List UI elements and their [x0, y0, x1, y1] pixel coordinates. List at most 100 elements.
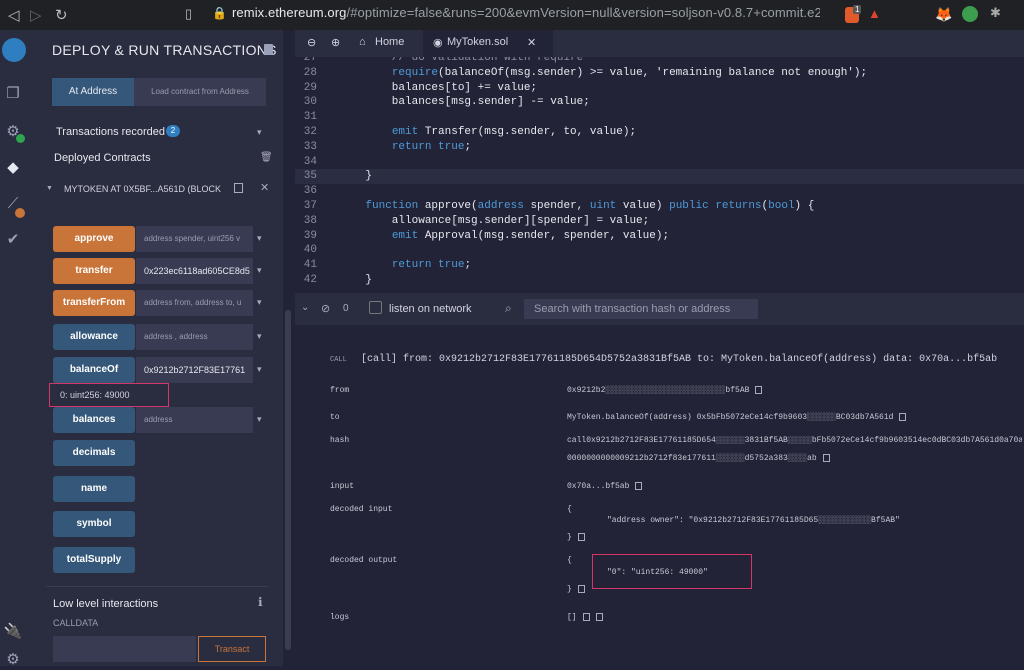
close-icon[interactable]: ✕ [260, 181, 269, 194]
code-line[interactable]: 37 function approve(address spender, uin… [295, 199, 1024, 214]
file-explorer-icon[interactable]: ❐ [3, 84, 23, 104]
listen-checkbox[interactable] [369, 301, 382, 314]
at-address-button[interactable]: At Address [52, 78, 134, 106]
divider [46, 586, 268, 587]
line-number: 40 [303, 244, 317, 257]
decoded-input-key: decoded input [330, 505, 393, 514]
decimals-button[interactable]: decimals [53, 440, 135, 466]
code-line[interactable]: 35 } [295, 169, 1024, 185]
panel-scrollbar[interactable] [285, 310, 291, 650]
deploy-run-icon[interactable]: ◆ [3, 158, 23, 178]
transfer-input[interactable]: 0x223ec6118ad605CE8d5 [136, 258, 253, 284]
extensions-icon[interactable]: ✱ [990, 5, 1001, 21]
code-line[interactable]: 33 return true; [295, 140, 1024, 155]
address-bar[interactable]: remix.ethereum.org/#optimize=false&runs=… [232, 5, 820, 25]
reload-icon[interactable]: ↻ [55, 6, 68, 24]
code-line[interactable]: 31 [295, 110, 1024, 125]
copy-icon[interactable] [234, 183, 243, 193]
code-line[interactable]: 38 allowance[msg.sender][spender] = valu… [295, 214, 1024, 229]
code-line[interactable]: 28 require(balanceOf(msg.sender) >= valu… [295, 66, 1024, 81]
transfer-from-input[interactable]: address from, address to, u [136, 290, 253, 316]
code-area[interactable]: 27 // do validation with require 28 requi… [295, 57, 1024, 293]
close-icon[interactable]: ✕ [527, 36, 536, 49]
chevron-down-icon[interactable]: ▾ [257, 265, 262, 276]
tab-home[interactable]: Home [375, 36, 404, 48]
search-input[interactable]: Search with transaction hash or address [524, 299, 758, 319]
transact-button[interactable]: Transact [198, 636, 266, 662]
trash-icon[interactable]: 🗑 [260, 152, 273, 163]
info-icon[interactable]: ℹ [258, 595, 263, 609]
transfer-button[interactable]: transfer [53, 258, 135, 284]
analysis-badge-icon [15, 208, 25, 218]
call-summary[interactable]: [call] from: 0x9212b2712F83E17761185D654… [361, 354, 997, 365]
chevron-down-icon[interactable]: ▾ [257, 127, 262, 138]
clear-icon[interactable]: ⊘ [321, 302, 330, 315]
load-contract-input[interactable]: Load contract from Address [134, 78, 266, 106]
copy-icon[interactable] [595, 613, 603, 621]
extension-badge: 1 [853, 5, 862, 14]
docs-icon[interactable] [264, 44, 273, 55]
tab-mytoken[interactable]: MyToken.sol [447, 36, 508, 48]
chevron-down-icon[interactable]: ▾ [257, 364, 262, 375]
line-code: balances[msg.sender] -= value; [339, 96, 590, 109]
transfer-from-button[interactable]: transferFrom [53, 290, 135, 316]
chevron-down-icon[interactable]: ▾ [257, 233, 262, 244]
lock-icon: 🔒 [212, 6, 227, 20]
line-code: return true; [391, 259, 472, 272]
contract-instance-title[interactable]: MYTOKEN AT 0X5BF...A561D (BLOCK [64, 184, 221, 194]
code-line[interactable]: 42 } [295, 273, 1024, 288]
symbol-button[interactable]: symbol [53, 511, 135, 537]
chevron-down-icon[interactable]: ▾ [257, 331, 262, 342]
code-line[interactable]: 30 balances[msg.sender] -= value; [295, 95, 1024, 110]
copy-icon[interactable] [822, 454, 830, 462]
back-icon[interactable]: ◁ [8, 6, 20, 24]
plugin-manager-icon[interactable]: 🔌 [3, 622, 23, 642]
name-button[interactable]: name [53, 476, 135, 502]
bookmark-icon[interactable]: ▯ [185, 6, 192, 22]
line-code: emit Approval(msg.sender, spender, value… [391, 229, 670, 242]
balance-of-button[interactable]: balanceOf [53, 357, 135, 383]
total-supply-button[interactable]: totalSupply [53, 547, 135, 573]
code-line[interactable]: 29 balances[to] += value; [295, 81, 1024, 96]
chevron-down-icon[interactable]: ▼ [46, 185, 53, 192]
grammarly-icon[interactable] [962, 6, 978, 22]
code-line[interactable]: 32 emit Transfer(msg.sender, to, value); [295, 125, 1024, 140]
call-tag: CALL [330, 356, 347, 364]
code-line[interactable]: 39 emit Approval(msg.sender, spender, va… [295, 229, 1024, 244]
copy-icon[interactable] [755, 386, 763, 394]
collapse-icon[interactable]: ⌄ [301, 302, 309, 313]
copy-icon[interactable] [577, 585, 585, 593]
editor-tabs: ⊖ ⊕ ⌂ Home ◉ MyToken.sol ✕ [295, 30, 1024, 57]
remix-logo-icon[interactable] [2, 38, 26, 62]
allowance-button[interactable]: allowance [53, 324, 135, 350]
code-line[interactable]: 36 [295, 184, 1024, 199]
code-line[interactable]: 40 [295, 243, 1024, 258]
copy-icon[interactable] [582, 613, 590, 621]
forward-icon[interactable]: ▷ [30, 6, 42, 24]
rewards-icon[interactable]: ▲ [868, 6, 881, 21]
settings-icon[interactable]: ⚙ [3, 650, 23, 670]
balances-button[interactable]: balances [53, 407, 135, 433]
approve-input[interactable]: address spender, uint256 v [136, 226, 253, 252]
test-check-icon[interactable]: ✔ [3, 230, 23, 250]
chevron-down-icon[interactable]: ▾ [257, 297, 262, 308]
home-icon: ⌂ [359, 36, 366, 48]
copy-icon[interactable] [635, 482, 643, 490]
copy-icon[interactable] [577, 533, 585, 541]
calldata-input[interactable] [53, 636, 196, 662]
code-line[interactable]: 41 return true; [295, 258, 1024, 273]
input-value: 0x70a...bf5ab [567, 482, 643, 491]
metamask-icon[interactable]: 🦊 [935, 6, 952, 23]
code-line[interactable]: 27 // do validation with require [295, 57, 1024, 66]
allowance-input[interactable]: address , address [136, 324, 253, 350]
code-line[interactable]: 34 [295, 155, 1024, 170]
approve-button[interactable]: approve [53, 226, 135, 252]
zoom-in-icon[interactable]: ⊕ [331, 36, 340, 49]
balance-of-input[interactable]: 0x9212b2712F83E17761 [136, 357, 253, 383]
chevron-down-icon[interactable]: ▾ [257, 414, 262, 425]
zoom-out-icon[interactable]: ⊖ [307, 36, 316, 49]
line-number: 41 [303, 259, 317, 272]
balances-input[interactable]: address [136, 407, 253, 433]
copy-icon[interactable] [899, 413, 907, 421]
transactions-recorded-label[interactable]: Transactions recorded [56, 126, 165, 138]
